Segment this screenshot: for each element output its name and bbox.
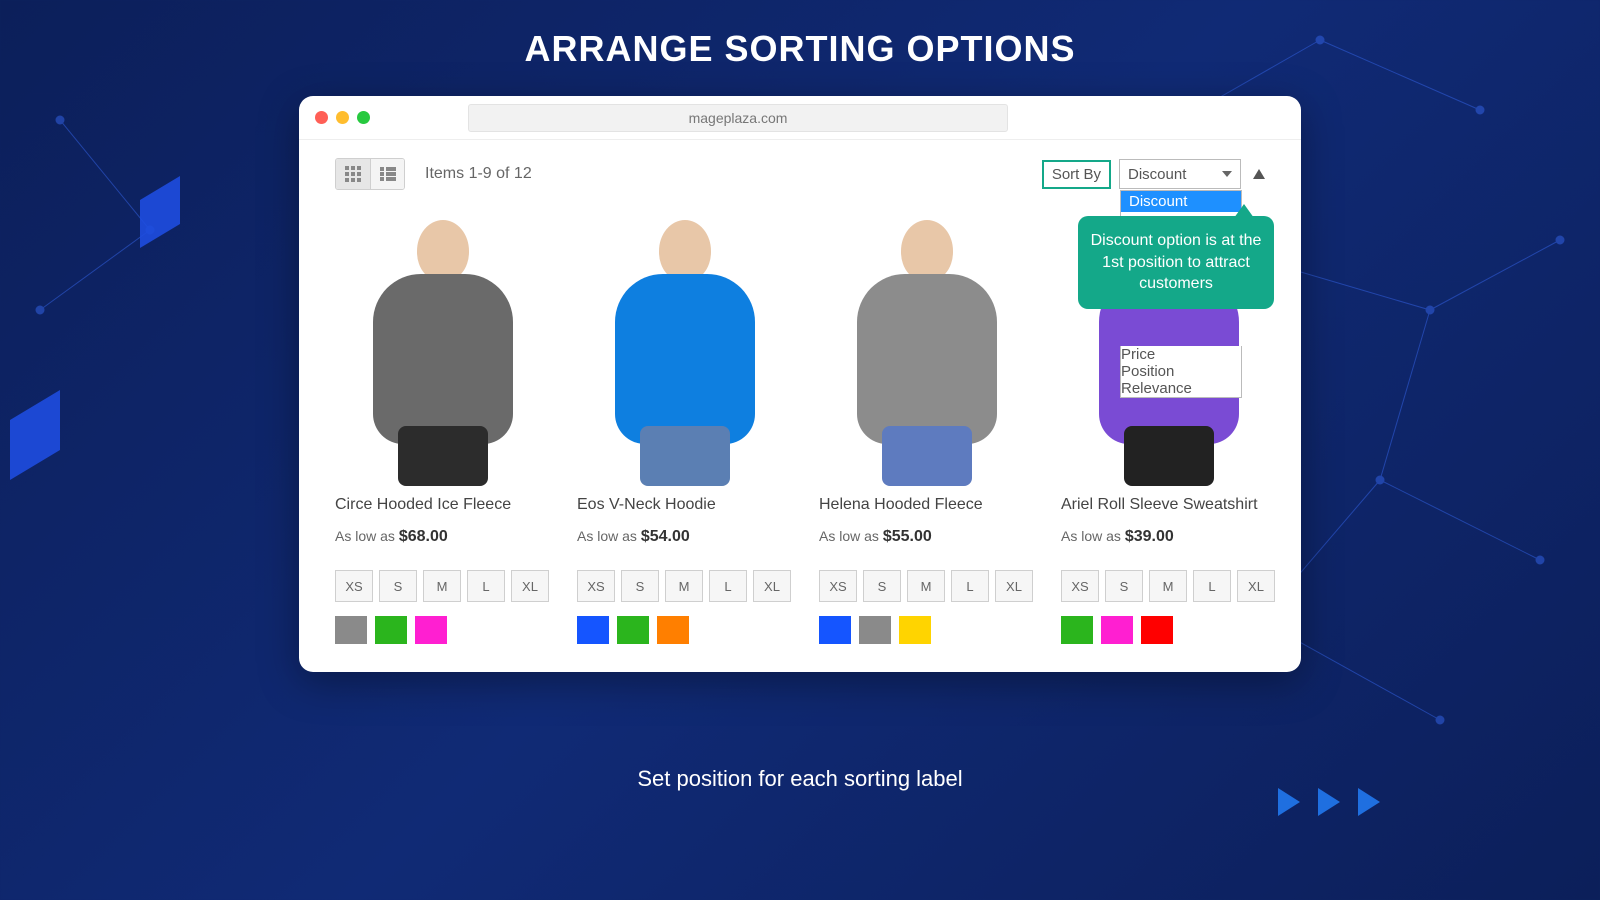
size-option[interactable]: M — [665, 570, 703, 602]
sort-option[interactable]: Discount — [1121, 191, 1241, 212]
size-option[interactable]: XL — [753, 570, 791, 602]
list-icon — [380, 167, 396, 181]
color-option[interactable] — [1141, 616, 1173, 644]
size-option[interactable]: L — [1193, 570, 1231, 602]
list-view-button[interactable] — [370, 159, 404, 189]
size-swatches: XSSMLXL — [1061, 570, 1277, 602]
size-option[interactable]: M — [423, 570, 461, 602]
product-price: As low as $55.00 — [819, 528, 1035, 546]
listing-toolbar: Items 1-9 of 12 Sort By Discount Discoun… — [299, 140, 1301, 196]
size-option[interactable]: XS — [819, 570, 857, 602]
callout-tooltip: Discount option is at the 1st position t… — [1078, 216, 1274, 309]
color-option[interactable] — [1101, 616, 1133, 644]
page-subtitle: Set position for each sorting label — [0, 766, 1600, 792]
size-option[interactable]: L — [709, 570, 747, 602]
size-option[interactable]: XL — [1237, 570, 1275, 602]
page-title: ARRANGE SORTING OPTIONS — [0, 0, 1600, 70]
size-option[interactable]: S — [863, 570, 901, 602]
deco-triangle — [1278, 788, 1300, 816]
grid-view-button[interactable] — [336, 159, 370, 189]
size-option[interactable]: S — [379, 570, 417, 602]
color-option[interactable] — [1061, 616, 1093, 644]
color-option[interactable] — [335, 616, 367, 644]
grid-icon — [345, 166, 361, 182]
url-text: mageplaza.com — [689, 110, 788, 126]
items-count: Items 1-9 of 12 — [425, 165, 532, 183]
product-name[interactable]: Circe Hooded Ice Fleece — [335, 496, 551, 514]
sort-selected-label: Discount — [1128, 166, 1186, 183]
product-image[interactable] — [819, 206, 1035, 486]
deco-triangle — [1358, 788, 1380, 816]
sort-option[interactable]: Relevance — [1121, 380, 1241, 397]
window-close-icon[interactable] — [315, 111, 328, 124]
sort-by-label: Sort By — [1042, 160, 1111, 189]
size-option[interactable]: S — [1105, 570, 1143, 602]
color-option[interactable] — [859, 616, 891, 644]
sort-direction-icon[interactable] — [1253, 169, 1265, 179]
product-image[interactable] — [577, 206, 793, 486]
product-name[interactable]: Ariel Roll Sleeve Sweatshirt — [1061, 496, 1277, 514]
color-option[interactable] — [819, 616, 851, 644]
size-option[interactable]: L — [467, 570, 505, 602]
view-switch — [335, 158, 405, 190]
window-maximize-icon[interactable] — [357, 111, 370, 124]
size-option[interactable]: M — [907, 570, 945, 602]
product-name[interactable]: Eos V-Neck Hoodie — [577, 496, 793, 514]
size-option[interactable]: XL — [511, 570, 549, 602]
sort-controls: Sort By Discount Discount Bestseller Mos… — [1042, 159, 1265, 189]
size-option[interactable]: XL — [995, 570, 1033, 602]
size-option[interactable]: XS — [577, 570, 615, 602]
size-option[interactable]: XS — [1061, 570, 1099, 602]
size-option[interactable]: S — [621, 570, 659, 602]
url-bar[interactable]: mageplaza.com — [468, 104, 1008, 132]
color-option[interactable] — [899, 616, 931, 644]
color-swatches — [335, 616, 551, 644]
callout-text: Discount option is at the 1st position t… — [1091, 232, 1262, 292]
size-swatches: XSSMLXL — [819, 570, 1035, 602]
sort-select[interactable]: Discount Discount Bestseller Most Viewed… — [1119, 159, 1241, 189]
product-card[interactable]: Eos V-Neck Hoodie As low as $54.00 XSSMLXL — [577, 206, 793, 644]
size-option[interactable]: XS — [335, 570, 373, 602]
product-card[interactable]: Helena Hooded Fleece As low as $55.00 XSSM… — [819, 206, 1035, 644]
browser-window: mageplaza.com Items 1-9 of 12 Sort By Di… — [299, 96, 1301, 672]
product-price: As low as $39.00 — [1061, 528, 1277, 546]
product-image[interactable] — [335, 206, 551, 486]
color-option[interactable] — [375, 616, 407, 644]
color-option[interactable] — [617, 616, 649, 644]
chevron-down-icon — [1222, 171, 1232, 177]
sort-option[interactable]: Price — [1121, 346, 1241, 363]
product-price: As low as $68.00 — [335, 528, 551, 546]
color-swatches — [577, 616, 793, 644]
product-name[interactable]: Helena Hooded Fleece — [819, 496, 1035, 514]
product-price: As low as $54.00 — [577, 528, 793, 546]
deco-triangle — [1318, 788, 1340, 816]
color-option[interactable] — [657, 616, 689, 644]
product-card[interactable]: Circe Hooded Ice Fleece As low as $68.00 X… — [335, 206, 551, 644]
browser-titlebar: mageplaza.com — [299, 96, 1301, 140]
size-swatches: XSSMLXL — [335, 570, 551, 602]
size-option[interactable]: M — [1149, 570, 1187, 602]
size-option[interactable]: L — [951, 570, 989, 602]
color-swatches — [1061, 616, 1277, 644]
color-option[interactable] — [415, 616, 447, 644]
color-swatches — [819, 616, 1035, 644]
sort-dropdown-lower: Price Position Relevance — [1120, 346, 1242, 398]
color-option[interactable] — [577, 616, 609, 644]
size-swatches: XSSMLXL — [577, 570, 793, 602]
window-minimize-icon[interactable] — [336, 111, 349, 124]
sort-option[interactable]: Position — [1121, 363, 1241, 380]
